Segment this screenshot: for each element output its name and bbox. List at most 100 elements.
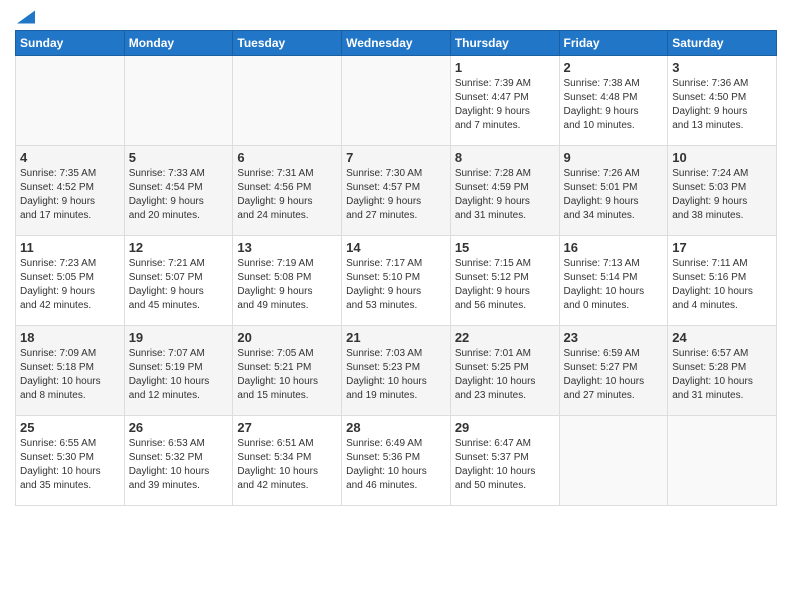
- day-number: 9: [564, 150, 664, 165]
- day-number: 3: [672, 60, 772, 75]
- day-number: 19: [129, 330, 229, 345]
- day-number: 1: [455, 60, 555, 75]
- col-header-monday: Monday: [124, 31, 233, 56]
- day-number: 22: [455, 330, 555, 345]
- day-number: 24: [672, 330, 772, 345]
- calendar-cell: 4Sunrise: 7:35 AM Sunset: 4:52 PM Daylig…: [16, 146, 125, 236]
- calendar-cell: [124, 56, 233, 146]
- calendar-cell: 19 Sunrise: 7:07 AM Sunset: 5:19 PM Dayli…: [124, 326, 233, 416]
- calendar-cell: 21 Sunrise: 7:03 AM Sunset: 5:23 PM Dayli…: [342, 326, 451, 416]
- page-header: [15, 10, 777, 24]
- day-number: 12: [129, 240, 229, 255]
- calendar-cell: 26 Sunrise: 6:53 AM Sunset: 5:32 PM Dayli…: [124, 416, 233, 506]
- calendar-table: SundayMondayTuesdayWednesdayThursdayFrid…: [15, 30, 777, 506]
- calendar-cell: 1 Sunrise: 7:39 AM Sunset: 4:47 PM Daylig…: [450, 56, 559, 146]
- calendar-cell: 29 Sunrise: 6:47 AM Sunset: 5:37 PM Dayli…: [450, 416, 559, 506]
- calendar-cell: [233, 56, 342, 146]
- day-number: 5: [129, 150, 229, 165]
- day-number: 29: [455, 420, 555, 435]
- day-info: Sunrise: 7:33 AM Sunset: 4:54 PM Dayligh…: [129, 167, 229, 223]
- day-number: 16: [564, 240, 664, 255]
- calendar-cell: 24 Sunrise: 6:57 AM Sunset: 5:28 PM Dayli…: [668, 326, 777, 416]
- day-info: Sunrise: 7:26 AM Sunset: 5:01 PM Dayligh…: [564, 167, 664, 223]
- day-number: 14: [346, 240, 446, 255]
- logo-icon: [17, 10, 35, 24]
- day-number: 21: [346, 330, 446, 345]
- calendar-cell: 16 Sunrise: 7:13 AM Sunset: 5:14 PM Dayli…: [559, 236, 668, 326]
- week-row-3: 11Sunrise: 7:23 AM Sunset: 5:05 PM Dayli…: [16, 236, 777, 326]
- week-row-2: 4Sunrise: 7:35 AM Sunset: 4:52 PM Daylig…: [16, 146, 777, 236]
- col-header-friday: Friday: [559, 31, 668, 56]
- day-info: Sunrise: 6:53 AM Sunset: 5:32 PM Dayligh…: [129, 437, 229, 493]
- week-row-4: 18 Sunrise: 7:09 AM Sunset: 5:18 PM Dayli…: [16, 326, 777, 416]
- week-row-5: 25 Sunrise: 6:55 AM Sunset: 5:30 PM Dayli…: [16, 416, 777, 506]
- calendar-cell: 3 Sunrise: 7:36 AM Sunset: 4:50 PM Daylig…: [668, 56, 777, 146]
- calendar-cell: 11Sunrise: 7:23 AM Sunset: 5:05 PM Dayli…: [16, 236, 125, 326]
- day-info: Sunrise: 7:01 AM Sunset: 5:25 PM Dayligh…: [455, 347, 555, 403]
- day-info: Sunrise: 7:03 AM Sunset: 5:23 PM Dayligh…: [346, 347, 446, 403]
- day-number: 28: [346, 420, 446, 435]
- day-info: Sunrise: 7:39 AM Sunset: 4:47 PM Dayligh…: [455, 77, 555, 133]
- col-header-wednesday: Wednesday: [342, 31, 451, 56]
- day-info: Sunrise: 7:36 AM Sunset: 4:50 PM Dayligh…: [672, 77, 772, 133]
- col-header-thursday: Thursday: [450, 31, 559, 56]
- col-header-saturday: Saturday: [668, 31, 777, 56]
- calendar-cell: 20 Sunrise: 7:05 AM Sunset: 5:21 PM Dayli…: [233, 326, 342, 416]
- calendar-cell: 8Sunrise: 7:28 AM Sunset: 4:59 PM Daylig…: [450, 146, 559, 236]
- day-number: 20: [237, 330, 337, 345]
- col-header-tuesday: Tuesday: [233, 31, 342, 56]
- day-number: 18: [20, 330, 120, 345]
- calendar-cell: 13 Sunrise: 7:19 AM Sunset: 5:08 PM Dayli…: [233, 236, 342, 326]
- day-info: Sunrise: 7:31 AM Sunset: 4:56 PM Dayligh…: [237, 167, 337, 223]
- day-number: 23: [564, 330, 664, 345]
- day-info: Sunrise: 7:13 AM Sunset: 5:14 PM Dayligh…: [564, 257, 664, 313]
- calendar-cell: 28 Sunrise: 6:49 AM Sunset: 5:36 PM Dayli…: [342, 416, 451, 506]
- calendar-cell: 14 Sunrise: 7:17 AM Sunset: 5:10 PM Dayli…: [342, 236, 451, 326]
- day-info: Sunrise: 7:24 AM Sunset: 5:03 PM Dayligh…: [672, 167, 772, 223]
- calendar-cell: 6Sunrise: 7:31 AM Sunset: 4:56 PM Daylig…: [233, 146, 342, 236]
- calendar-cell: 2 Sunrise: 7:38 AM Sunset: 4:48 PM Daylig…: [559, 56, 668, 146]
- day-info: Sunrise: 7:21 AM Sunset: 5:07 PM Dayligh…: [129, 257, 229, 313]
- calendar-cell: 9 Sunrise: 7:26 AM Sunset: 5:01 PM Daylig…: [559, 146, 668, 236]
- calendar-cell: 7 Sunrise: 7:30 AM Sunset: 4:57 PM Daylig…: [342, 146, 451, 236]
- day-info: Sunrise: 7:05 AM Sunset: 5:21 PM Dayligh…: [237, 347, 337, 403]
- day-info: Sunrise: 7:15 AM Sunset: 5:12 PM Dayligh…: [455, 257, 555, 313]
- calendar-cell: 5 Sunrise: 7:33 AM Sunset: 4:54 PM Daylig…: [124, 146, 233, 236]
- calendar-cell: 15 Sunrise: 7:15 AM Sunset: 5:12 PM Dayli…: [450, 236, 559, 326]
- calendar-cell: [559, 416, 668, 506]
- day-info: Sunrise: 7:23 AM Sunset: 5:05 PM Dayligh…: [20, 257, 120, 313]
- day-info: Sunrise: 7:07 AM Sunset: 5:19 PM Dayligh…: [129, 347, 229, 403]
- day-info: Sunrise: 7:28 AM Sunset: 4:59 PM Dayligh…: [455, 167, 555, 223]
- col-header-sunday: Sunday: [16, 31, 125, 56]
- day-info: Sunrise: 7:30 AM Sunset: 4:57 PM Dayligh…: [346, 167, 446, 223]
- day-number: 4: [20, 150, 120, 165]
- day-number: 7: [346, 150, 446, 165]
- day-info: Sunrise: 6:47 AM Sunset: 5:37 PM Dayligh…: [455, 437, 555, 493]
- calendar-cell: 12 Sunrise: 7:21 AM Sunset: 5:07 PM Dayli…: [124, 236, 233, 326]
- calendar-cell: 23Sunrise: 6:59 AM Sunset: 5:27 PM Dayli…: [559, 326, 668, 416]
- day-number: 27: [237, 420, 337, 435]
- calendar-cell: 17Sunrise: 7:11 AM Sunset: 5:16 PM Dayli…: [668, 236, 777, 326]
- calendar-cell: 22 Sunrise: 7:01 AM Sunset: 5:25 PM Dayli…: [450, 326, 559, 416]
- calendar-cell: 25 Sunrise: 6:55 AM Sunset: 5:30 PM Dayli…: [16, 416, 125, 506]
- day-info: Sunrise: 6:51 AM Sunset: 5:34 PM Dayligh…: [237, 437, 337, 493]
- day-info: Sunrise: 6:49 AM Sunset: 5:36 PM Dayligh…: [346, 437, 446, 493]
- day-info: Sunrise: 7:19 AM Sunset: 5:08 PM Dayligh…: [237, 257, 337, 313]
- week-row-1: 1 Sunrise: 7:39 AM Sunset: 4:47 PM Daylig…: [16, 56, 777, 146]
- day-number: 26: [129, 420, 229, 435]
- day-number: 10: [672, 150, 772, 165]
- day-number: 25: [20, 420, 120, 435]
- calendar-cell: [342, 56, 451, 146]
- day-number: 15: [455, 240, 555, 255]
- calendar-cell: 27 Sunrise: 6:51 AM Sunset: 5:34 PM Dayli…: [233, 416, 342, 506]
- calendar-cell: 10 Sunrise: 7:24 AM Sunset: 5:03 PM Dayli…: [668, 146, 777, 236]
- day-info: Sunrise: 7:17 AM Sunset: 5:10 PM Dayligh…: [346, 257, 446, 313]
- day-info: Sunrise: 7:11 AM Sunset: 5:16 PM Dayligh…: [672, 257, 772, 313]
- day-info: Sunrise: 6:55 AM Sunset: 5:30 PM Dayligh…: [20, 437, 120, 493]
- day-info: Sunrise: 6:57 AM Sunset: 5:28 PM Dayligh…: [672, 347, 772, 403]
- day-number: 2: [564, 60, 664, 75]
- day-info: Sunrise: 7:09 AM Sunset: 5:18 PM Dayligh…: [20, 347, 120, 403]
- day-info: Sunrise: 7:38 AM Sunset: 4:48 PM Dayligh…: [564, 77, 664, 133]
- day-number: 13: [237, 240, 337, 255]
- logo: [15, 10, 35, 24]
